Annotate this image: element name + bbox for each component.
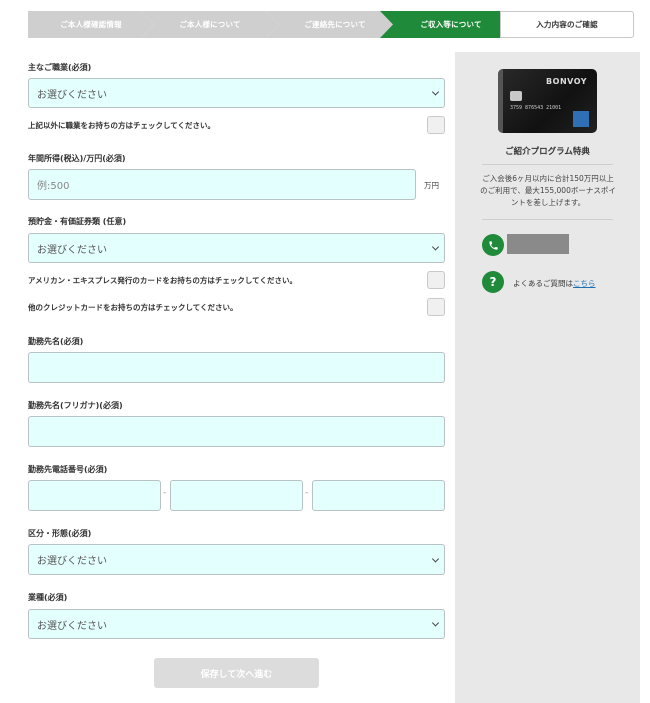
company-name-input[interactable] [28, 352, 445, 383]
card-brand: BONVOY [546, 77, 587, 86]
phone-separator: - [163, 488, 167, 498]
company-phone-part3[interactable] [312, 480, 445, 511]
step-label: ご本人様について [179, 20, 241, 29]
income-placeholder: 例:500 [37, 181, 70, 192]
industry-value: お選びください [37, 620, 107, 632]
referral-title: ご紹介プログラム特典 [505, 147, 590, 157]
category-label: 区分・形態(必須) [28, 529, 92, 538]
card-stripe [498, 69, 503, 133]
company-name-label: 勤務先名(必須) [28, 337, 84, 346]
faq-text: よくあるご質問はこちら [513, 278, 596, 289]
phone-number-redacted [507, 234, 569, 254]
faq-label: よくあるご質問は [513, 279, 573, 288]
industry-select[interactable]: お選びください [28, 609, 445, 639]
divider [482, 164, 613, 165]
save-next-button[interactable]: 保存して次へ進む [154, 658, 319, 688]
phone-icon [482, 234, 504, 256]
category-value: お選びください [37, 556, 107, 567]
company-phone-part1[interactable] [28, 480, 161, 511]
step-label: 入力内容のご確認 [536, 20, 598, 29]
referral-description: ご入会後6ヶ月以内に合計150万円以上のご利用で、最大155,000ボーナスポイ… [480, 174, 616, 207]
step-label: ご収入等について [420, 20, 482, 29]
income-label: 年間所得(税込)/万円(必須) [28, 154, 126, 163]
card-number: 3759 876543 21001 [510, 105, 562, 111]
amex-card-row: アメリカン・エキスプレス発行のカードをお持ちの方はチェックしてください。 [28, 271, 445, 289]
step-contact: ご連絡先について [266, 11, 404, 38]
help-icon: ? [482, 271, 504, 293]
industry-label: 業種(必須) [28, 593, 68, 602]
company-kana-input[interactable] [28, 416, 445, 447]
occupation-value: お選びください [37, 89, 107, 101]
amex-card-label: アメリカン・エキスプレス発行のカードをお持ちの方はチェックしてください。 [28, 275, 297, 285]
step-confirm: 入力内容のご確認 [500, 11, 634, 38]
card-chip-icon [510, 91, 522, 101]
credit-card-image: BONVOY 3759 876543 21001 [498, 69, 597, 133]
company-phone-part2[interactable] [170, 480, 303, 511]
step-label: ご連絡先について [304, 20, 366, 29]
income-unit: 万円 [424, 181, 439, 190]
amex-card-checkbox[interactable] [427, 271, 445, 289]
other-card-label: 他のクレジットカードをお持ちの方はチェックしてください。 [28, 302, 238, 312]
step-personal: ご本人様について [141, 11, 279, 38]
other-occupation-row: 上記以外に職業をお持ちの方はチェックしてください。 [28, 116, 445, 134]
occupation-label: 主なご職業(必須) [28, 63, 92, 72]
company-phone-label: 勤務先電話番号(必須) [28, 465, 108, 474]
occupation-select[interactable]: お選びください [28, 78, 445, 108]
savings-label: 預貯金・有価証券類 (任意) [28, 217, 127, 226]
step-label: ご本人様確認情報 [60, 20, 122, 29]
sidebar: BONVOY 3759 876543 21001 ご紹介プログラム特典 ご入会後… [455, 52, 640, 703]
amex-logo-icon [573, 111, 589, 127]
income-input[interactable]: 例:500 [28, 169, 416, 200]
company-kana-label: 勤務先名(フリガナ)(必須) [28, 401, 123, 410]
other-card-checkbox[interactable] [427, 298, 445, 316]
category-select[interactable]: お選びください [28, 544, 445, 575]
savings-select[interactable]: お選びください [28, 233, 445, 263]
other-occupation-label: 上記以外に職業をお持ちの方はチェックしてください。 [28, 120, 216, 130]
other-occupation-checkbox[interactable] [427, 116, 445, 134]
savings-value: お選びください [37, 244, 107, 256]
other-card-row: 他のクレジットカードをお持ちの方はチェックしてください。 [28, 298, 445, 316]
progress-stepper: ご本人様確認情報 ご本人様について ご連絡先について ご収入等について 入力内容… [28, 11, 634, 38]
step-identity: ご本人様確認情報 [28, 11, 154, 38]
divider [482, 219, 613, 220]
phone-separator: - [305, 488, 309, 498]
phone-glyph [488, 240, 498, 250]
faq-link[interactable]: こちら [573, 279, 596, 288]
